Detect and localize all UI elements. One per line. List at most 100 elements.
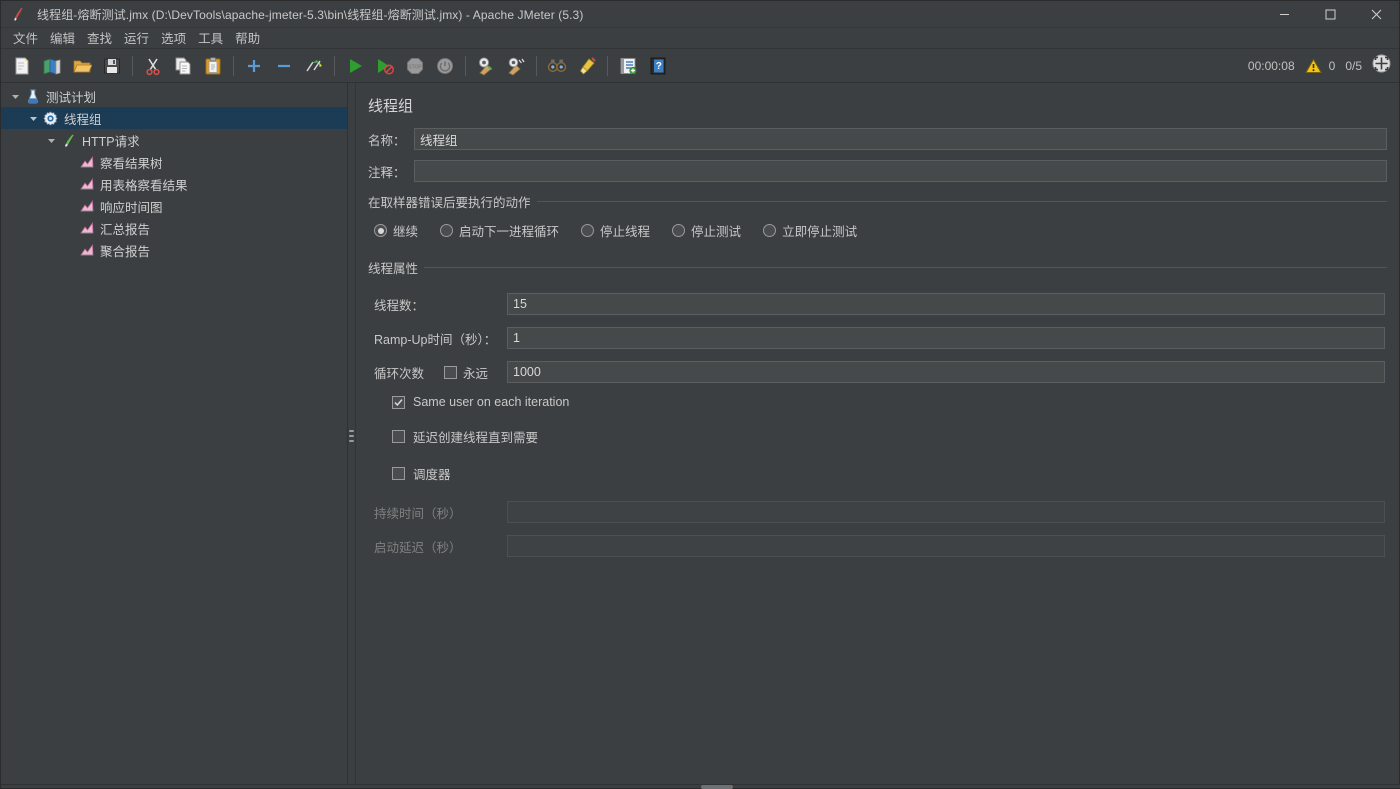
radio-continue-indicator[interactable] (374, 224, 387, 237)
menu-search[interactable]: 查找 (81, 26, 118, 50)
toolbar-status: 00:00:08 0 0/5 (1248, 49, 1391, 83)
splitter-grip[interactable] (349, 430, 354, 442)
active-threads-count: 0/5 (1345, 59, 1362, 73)
warning-indicator[interactable]: 0 (1305, 58, 1336, 74)
forever-label: 永远 (463, 363, 488, 382)
radio-continue[interactable]: 继续 (374, 221, 418, 240)
radio-stop-test[interactable]: 停止测试 (672, 221, 741, 240)
radio-stop-test-now[interactable]: 立即停止测试 (763, 221, 857, 240)
thread-count-label: 线程数： (374, 295, 507, 314)
menu-help[interactable]: 帮助 (229, 26, 266, 50)
paste-icon[interactable] (198, 52, 228, 80)
menu-run[interactable]: 运行 (118, 26, 155, 50)
menu-edit[interactable]: 编辑 (44, 26, 81, 50)
tree-node-view-results-table[interactable]: 用表格察看结果 (1, 173, 347, 195)
comment-input[interactable] (414, 160, 1387, 182)
tree-node-aggregate-report[interactable]: 聚合报告 (1, 239, 347, 261)
tree-node-label: 察看结果树 (100, 153, 163, 172)
toggle-icon[interactable] (299, 52, 329, 80)
panel-splitter[interactable] (348, 83, 356, 788)
main-body: 测试计划 线程组 (1, 83, 1399, 788)
startup-delay-row: 启动延迟（秒） (374, 535, 1385, 557)
tree-node-view-results-tree[interactable]: 察看结果树 (1, 151, 347, 173)
menu-options[interactable]: 选项 (155, 26, 192, 50)
function-helper-icon[interactable] (613, 52, 643, 80)
loop-count-input[interactable] (507, 361, 1385, 383)
menu-file[interactable]: 文件 (7, 26, 44, 50)
delay-thread-creation-checkbox-box[interactable] (392, 430, 405, 443)
delay-thread-creation-checkbox[interactable]: 延迟创建线程直到需要 (392, 427, 1385, 446)
test-plan-tree[interactable]: 测试计划 线程组 (1, 83, 348, 788)
name-label: 名称： (368, 130, 414, 149)
menu-tools[interactable]: 工具 (192, 26, 229, 50)
close-icon[interactable] (1353, 1, 1399, 28)
scheduler-checkbox-box[interactable] (392, 467, 405, 480)
radio-stop-thread[interactable]: 停止线程 (581, 221, 650, 240)
toolbar-separator (233, 56, 234, 76)
test-plan-icon (23, 85, 42, 107)
save-icon[interactable] (97, 52, 127, 80)
same-user-checkbox[interactable]: Same user on each iteration (392, 395, 1385, 409)
new-icon[interactable] (7, 52, 37, 80)
tree-node-summary-report[interactable]: 汇总报告 (1, 217, 347, 239)
listener-icon (77, 151, 96, 173)
jmeter-window: 线程组-熔断测试.jmx (D:\DevTools\apache-jmeter-… (0, 0, 1400, 789)
stop-icon[interactable]: STOP (400, 52, 430, 80)
name-field-row: 名称： (368, 128, 1387, 150)
scheduler-checkbox[interactable]: 调度器 (392, 464, 1385, 483)
ramp-up-input[interactable] (507, 327, 1385, 349)
toolbar: STOP (1, 49, 1399, 83)
radio-stop-thread-indicator[interactable] (581, 224, 594, 237)
collapse-all-icon[interactable] (269, 52, 299, 80)
start-no-pauses-icon[interactable] (370, 52, 400, 80)
same-user-checkbox-box[interactable] (392, 396, 405, 409)
thread-properties-header: 线程属性 (368, 258, 1387, 277)
radio-start-next-loop[interactable]: 启动下一进程循环 (440, 221, 559, 240)
chevron-down-icon[interactable] (25, 107, 41, 129)
clear-icon[interactable] (471, 52, 501, 80)
toolbar-separator (465, 56, 466, 76)
forever-checkbox-box[interactable] (444, 366, 457, 379)
chevron-down-icon[interactable] (43, 129, 59, 151)
tree-node-test-plan[interactable]: 测试计划 (1, 85, 347, 107)
listener-icon (77, 239, 96, 261)
tree-node-thread-group[interactable]: 线程组 (1, 107, 347, 129)
bottom-scrollbar[interactable] (1, 784, 1400, 788)
tree-node-response-time-graph[interactable]: 响应时间图 (1, 195, 347, 217)
maximize-icon[interactable] (1307, 1, 1353, 28)
tree-node-http-request[interactable]: HTTP请求 (1, 129, 347, 151)
thread-properties-body: 线程数： Ramp-Up时间（秒）： 循环次数 永远 (368, 279, 1387, 573)
elapsed-time: 00:00:08 (1248, 59, 1295, 73)
copy-icon[interactable] (168, 52, 198, 80)
chevron-down-icon[interactable] (7, 85, 23, 107)
expand-all-icon[interactable] (239, 52, 269, 80)
clear-all-icon[interactable] (501, 52, 531, 80)
comment-label: 注释： (368, 162, 414, 181)
radio-stop-test-now-indicator[interactable] (763, 224, 776, 237)
tree-node-label: 测试计划 (46, 87, 96, 106)
on-sampler-error-title: 在取样器错误后要执行的动作 (368, 192, 531, 211)
forever-checkbox[interactable]: 永远 (444, 363, 488, 382)
shutdown-icon[interactable] (430, 52, 460, 80)
listener-icon (77, 173, 96, 195)
radio-stop-test-indicator[interactable] (672, 224, 685, 237)
search-icon[interactable] (542, 52, 572, 80)
thread-count-input[interactable] (507, 293, 1385, 315)
bottom-scrollbar-thumb[interactable] (701, 785, 733, 789)
duration-row: 持续时间（秒） (374, 501, 1385, 523)
radio-start-next-loop-indicator[interactable] (440, 224, 453, 237)
reset-search-icon[interactable] (572, 52, 602, 80)
scheduler-label: 调度器 (413, 464, 451, 483)
thread-properties-title: 线程属性 (368, 258, 418, 277)
start-icon[interactable] (340, 52, 370, 80)
cut-icon[interactable] (138, 52, 168, 80)
duration-label: 持续时间（秒） (374, 503, 507, 522)
name-input[interactable] (414, 128, 1387, 150)
minimize-icon[interactable] (1261, 1, 1307, 28)
warning-count: 0 (1329, 59, 1336, 73)
help-icon[interactable]: ? (643, 52, 673, 80)
open-icon[interactable] (67, 52, 97, 80)
remote-connections-icon[interactable] (1372, 54, 1391, 78)
templates-icon[interactable] (37, 52, 67, 80)
tree-node-label: 响应时间图 (100, 197, 163, 216)
